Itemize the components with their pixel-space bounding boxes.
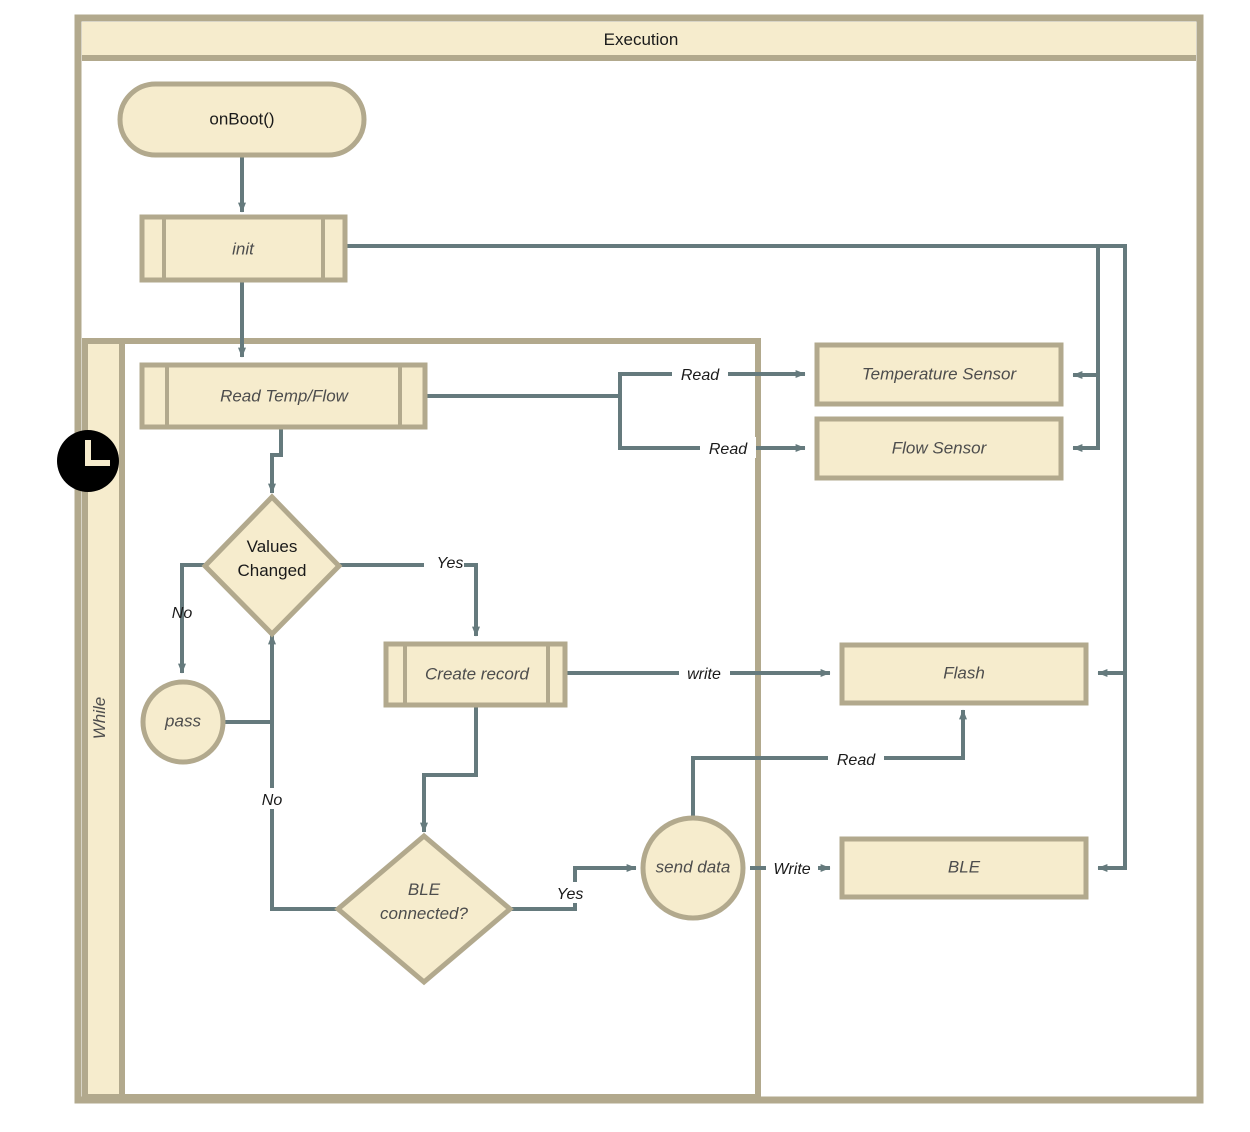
edge-label-values-changed-yes-text: Yes: [437, 555, 464, 572]
node-ble[interactable]: BLE: [839, 836, 1089, 900]
node-init-label: init: [232, 239, 255, 258]
while-loop-label: While: [90, 697, 109, 740]
node-values-changed-label-line2: Changed: [237, 561, 306, 580]
activity-diagram-svg: Execution While Read Read Yes No No Yes …: [57, 14, 1204, 1104]
node-flash-label: Flash: [943, 663, 985, 682]
node-init[interactable]: init: [139, 214, 348, 283]
node-ble-connected-label-line1: BLE: [408, 880, 441, 899]
edge-label-read-flow-text: Read: [709, 441, 748, 458]
node-pass-label: pass: [164, 711, 201, 730]
edge-label-ble-connected-no: No: [256, 788, 290, 809]
node-read-temp-flow-label: Read Temp/Flow: [220, 386, 350, 405]
edge-label-ble-connected-yes-text: Yes: [557, 886, 584, 903]
node-values-changed-label-line1: Values: [247, 537, 298, 556]
node-onboot[interactable]: onBoot(): [117, 81, 367, 158]
edge-label-create-record-write-text: write: [687, 666, 721, 683]
edge-label-read-temp: Read: [672, 363, 728, 384]
diagram-canvas: Execution While Read Read Yes No No Yes …: [0, 0, 1250, 1132]
node-ble-label: BLE: [948, 857, 981, 876]
edge-label-send-data-read: Read: [828, 748, 884, 769]
node-temperature-sensor[interactable]: Temperature Sensor: [814, 342, 1064, 407]
edge-label-send-data-write-text: Write: [773, 861, 810, 878]
node-flow-sensor-label: Flow Sensor: [892, 438, 988, 457]
node-create-record-label: Create record: [425, 664, 529, 683]
edge-label-ble-connected-no-text: No: [262, 792, 283, 809]
node-send-data-label: send data: [656, 857, 731, 876]
edge-label-create-record-write: write: [679, 662, 730, 683]
node-pass[interactable]: pass: [140, 679, 226, 765]
node-send-data[interactable]: send data: [640, 815, 746, 921]
execution-title: Execution: [604, 30, 679, 49]
edge-label-read-temp-text: Read: [681, 367, 720, 384]
edge-label-send-data-write: Write: [766, 857, 818, 878]
edge-label-values-changed-no: No: [172, 605, 193, 622]
edge-label-values-changed-no-text: No: [172, 605, 193, 622]
edge-label-ble-connected-yes: Yes: [546, 882, 586, 903]
clock-icon: [57, 430, 119, 492]
node-onboot-label: onBoot(): [209, 109, 274, 128]
edge-label-send-data-read-text: Read: [837, 752, 876, 769]
node-temperature-sensor-label: Temperature Sensor: [862, 364, 1018, 383]
node-create-record[interactable]: Create record: [383, 641, 568, 708]
node-ble-connected-label-line2: connected?: [380, 904, 468, 923]
edge-label-read-flow: Read: [700, 437, 756, 458]
node-read-temp-flow[interactable]: Read Temp/Flow: [139, 362, 428, 430]
node-flash[interactable]: Flash: [839, 642, 1089, 706]
node-flow-sensor[interactable]: Flow Sensor: [814, 416, 1064, 481]
edge-label-values-changed-yes: Yes: [424, 551, 464, 572]
